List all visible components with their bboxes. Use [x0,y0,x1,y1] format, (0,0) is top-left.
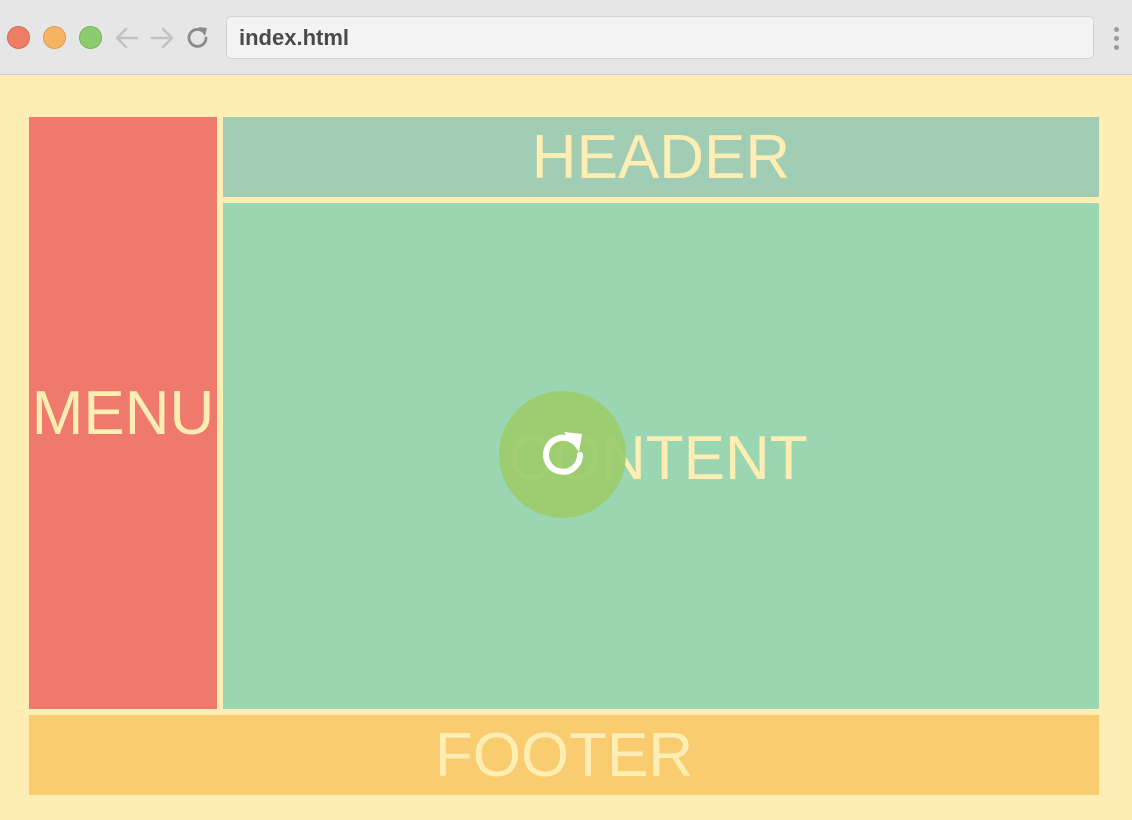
back-button[interactable] [113,24,141,52]
arrow-left-icon [115,27,139,49]
reload-icon [187,27,208,48]
address-bar[interactable]: index.html [226,16,1094,59]
arrow-right-icon [150,27,174,49]
browser-menu-button[interactable] [1107,23,1125,53]
footer-label: FOOTER [434,720,694,790]
reload-button[interactable] [184,24,212,52]
footer-panel: FOOTER [29,715,1099,795]
header-label: HEADER [531,122,791,192]
header-panel: HEADER [223,117,1099,197]
vertical-ellipsis-icon [1113,26,1119,32]
menu-panel: MENU [29,117,217,709]
content-panel: CONTENT [223,203,1099,709]
refresh-icon [542,431,583,475]
menu-label: MENU [31,378,215,448]
refresh-button[interactable] [499,391,626,518]
address-text: index.html [239,24,350,50]
forward-button[interactable] [148,24,176,52]
browser-toolbar: index.html [0,0,1132,75]
window-maximize-button[interactable] [79,26,102,49]
window-close-button[interactable] [7,26,30,49]
window-minimize-button[interactable] [43,26,66,49]
